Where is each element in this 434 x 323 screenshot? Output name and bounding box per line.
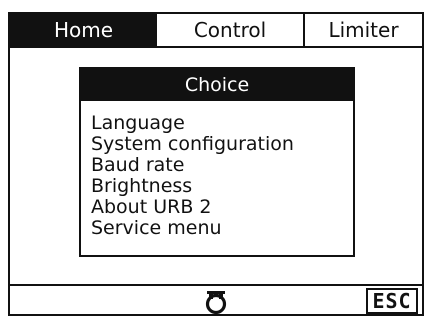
menu-item-system-configuration[interactable]: System configuration (91, 134, 353, 155)
menu-item-language[interactable]: Language (91, 113, 353, 134)
menu-item-baud-rate[interactable]: Baud rate (91, 155, 353, 176)
menu-item-service-menu[interactable]: Service menu (91, 218, 353, 239)
choice-dialog: Choice Language System configuration Bau… (79, 67, 355, 257)
device-screen: Home Control Limiter Choice Language Sys… (0, 0, 434, 323)
tab-limiter[interactable]: Limiter (303, 14, 422, 46)
rotary-encoder-icon[interactable] (201, 289, 231, 315)
choice-menu: Language System configuration Baud rate … (81, 101, 353, 239)
dialog-title: Choice (81, 69, 353, 101)
footer-divider (8, 284, 424, 286)
tab-home[interactable]: Home (10, 14, 157, 46)
menu-item-brightness[interactable]: Brightness (91, 176, 353, 197)
tab-control[interactable]: Control (157, 14, 303, 46)
tab-bar: Home Control Limiter (8, 12, 424, 48)
menu-item-about[interactable]: About URB 2 (91, 197, 353, 218)
esc-button[interactable]: ESC (366, 288, 418, 314)
